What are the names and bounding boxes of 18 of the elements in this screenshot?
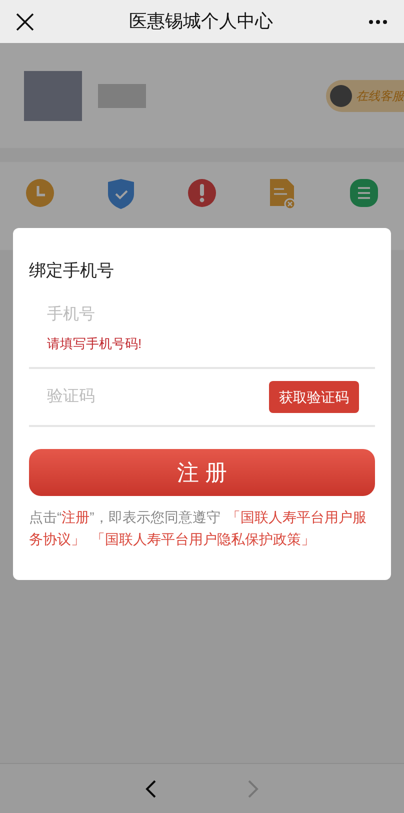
phone-field[interactable]: 手机号 [47, 302, 375, 328]
page-title: 医惠锡城个人中心 [129, 10, 273, 33]
avatar [24, 70, 82, 120]
error-message: 请填写手机号码! [47, 334, 143, 352]
code-field[interactable]: 验证码 [47, 385, 269, 409]
clock-icon [25, 178, 56, 208]
close-icon[interactable] [16, 12, 34, 30]
agreement-text: 点击“注册”，即表示您同意遵守 「国联人寿平台用户服务协议」 「国联人寿平台用户隐私保护政策」 [29, 508, 368, 549]
user-name [98, 84, 146, 108]
get-code-button[interactable]: 获取验证码 [269, 381, 359, 413]
dialog-title: 绑定手机号 [29, 260, 115, 282]
register-button[interactable]: 注 册 [29, 449, 375, 496]
more-icon[interactable] [368, 18, 388, 24]
back-icon[interactable] [145, 778, 157, 798]
list-icon [348, 178, 379, 208]
alert-icon [186, 178, 217, 208]
agent-avatar-icon [330, 84, 352, 106]
shield-icon [106, 178, 136, 210]
